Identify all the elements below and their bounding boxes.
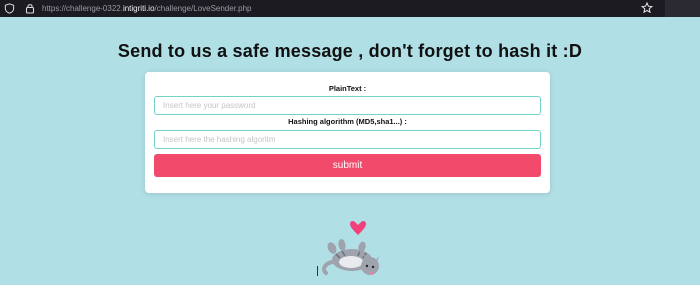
lock-icon[interactable]	[25, 3, 35, 14]
url-path: /challenge/LoveSender.php	[154, 4, 252, 13]
plaintext-label: PlainText :	[328, 84, 367, 93]
url-prefix: https://challenge-0322.	[42, 4, 123, 13]
page-title: Send to us a safe message , don't forget…	[117, 41, 583, 61]
bookmark-star-icon[interactable]	[641, 2, 653, 14]
submit-button[interactable]: submit	[154, 154, 541, 177]
shield-icon[interactable]	[4, 3, 15, 14]
hashing-algorithm-input[interactable]	[154, 130, 541, 149]
url-host: intigriti.io	[122, 4, 155, 13]
hash-form-card: PlainText : Hashing algorithm (MD5,sha1.…	[145, 72, 550, 193]
text-cursor	[317, 266, 318, 276]
plaintext-input[interactable]	[154, 96, 541, 115]
cat-heart-icon	[322, 220, 379, 275]
address-url[interactable]: https://challenge-0322.intigriti.io/chal…	[42, 3, 252, 14]
browser-address-bar: https://challenge-0322.intigriti.io/chal…	[0, 0, 700, 17]
hashing-algorithm-label: Hashing algorithm (MD5,sha1...) :	[288, 117, 407, 126]
toolbar-right-area	[665, 0, 700, 17]
